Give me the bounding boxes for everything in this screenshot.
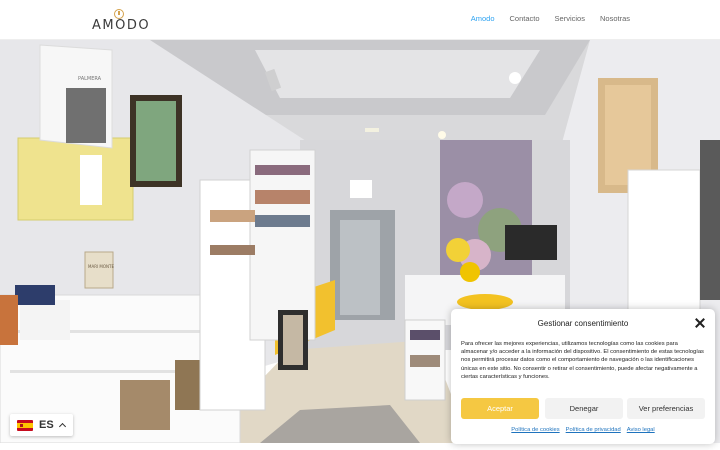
nav-item-nosotras[interactable]: Nosotras xyxy=(600,14,630,23)
logo-mark-icon xyxy=(114,9,124,19)
language-code: ES xyxy=(39,419,54,431)
consent-message: Para ofrecer las mejores experiencias, u… xyxy=(461,341,704,380)
language-switcher[interactable]: ES xyxy=(10,414,73,436)
site-logo[interactable]: AMODO xyxy=(92,9,150,33)
legal-notice-link[interactable]: Aviso legal xyxy=(627,427,655,433)
chevron-up-icon xyxy=(58,422,66,431)
consent-title: Gestionar consentimiento xyxy=(537,319,629,328)
cookie-consent-dialog: Gestionar consentimiento Para ofrecer la… xyxy=(451,309,715,444)
main-nav: Amodo Contacto Servicios Nosotras xyxy=(471,14,630,23)
spain-flag-icon xyxy=(17,419,33,431)
logo-text: AMODO xyxy=(92,18,151,33)
nav-item-servicios[interactable]: Servicios xyxy=(555,14,585,23)
accept-button[interactable]: Aceptar xyxy=(461,398,539,419)
site-header: AMODO Amodo Contacto Servicios Nosotras xyxy=(0,0,720,40)
privacy-policy-link[interactable]: Política de privacidad xyxy=(566,427,621,433)
nav-item-amodo[interactable]: Amodo xyxy=(471,14,495,23)
mari-monte-box-label: MARI MONTE xyxy=(88,264,114,269)
tote-bag-label: PALMERA xyxy=(78,76,102,82)
nav-item-contacto[interactable]: Contacto xyxy=(510,14,540,23)
view-preferences-button[interactable]: Ver preferencias xyxy=(627,398,705,419)
consent-links: Política de cookies Política de privacid… xyxy=(451,427,715,433)
close-icon[interactable] xyxy=(695,318,705,328)
page-bottom xyxy=(0,443,720,450)
cookie-policy-link[interactable]: Política de cookies xyxy=(511,427,559,433)
deny-button[interactable]: Denegar xyxy=(545,398,623,419)
